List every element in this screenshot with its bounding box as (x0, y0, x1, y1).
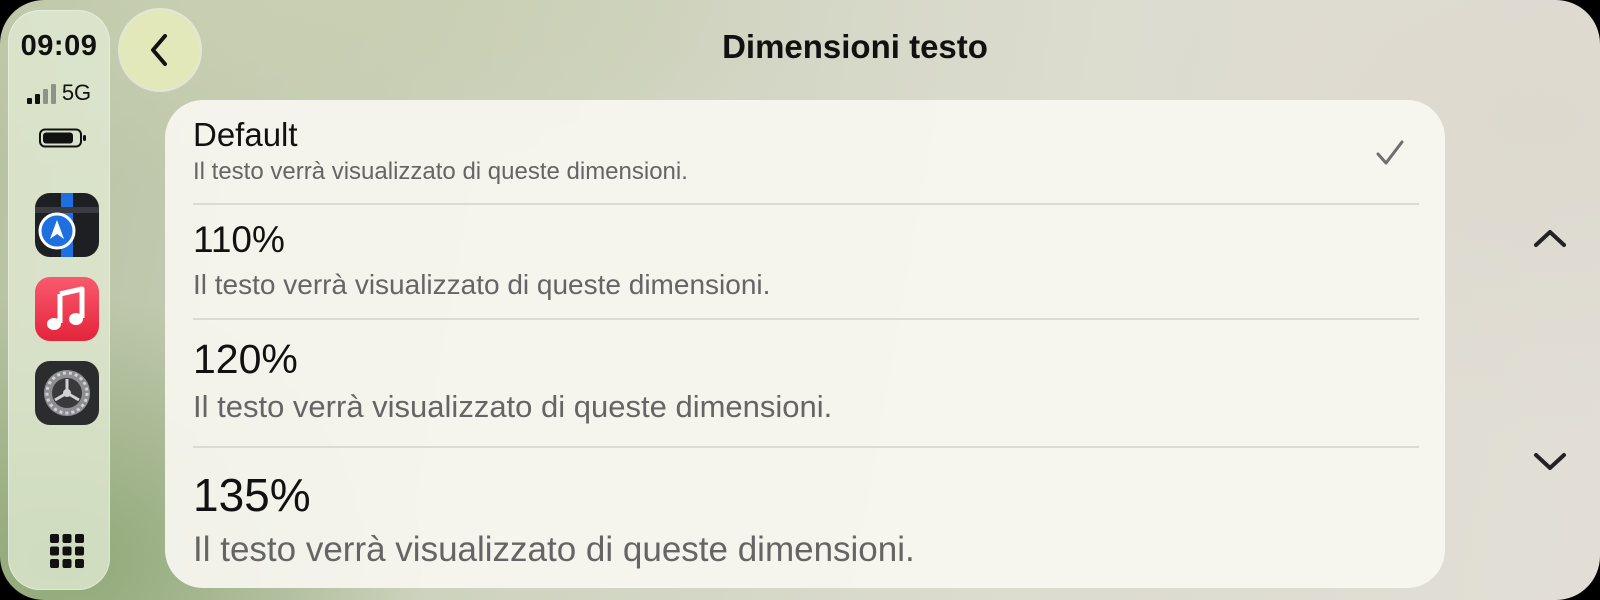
chevron-up-icon (1534, 230, 1566, 247)
carplay-screen: 09:09 5G Dimensioni testo Default Il tes… (0, 0, 1600, 600)
chevron-down-icon (1534, 453, 1566, 470)
status-time: 09:09 (20, 30, 98, 62)
checkmark-icon (1376, 140, 1404, 165)
option-description: Il testo verrà visualizzato di queste di… (193, 158, 688, 185)
maps-glyph (35, 193, 99, 257)
option-description: Il testo verrà visualizzato di queste di… (193, 530, 915, 569)
option-120[interactable]: 120% Il testo verrà visualizzato di ques… (165, 320, 1445, 447)
option-label: Default (193, 116, 298, 153)
signal-icon (26, 84, 56, 104)
status-network: 5G (8, 82, 110, 104)
option-label: 110% (193, 219, 285, 260)
scroll-up-button[interactable] (1524, 212, 1576, 264)
text-size-list: Default Il testo verrà visualizzato di q… (165, 100, 1445, 588)
maps-icon[interactable] (35, 193, 99, 257)
option-135[interactable]: 135% Il testo verrà visualizzato di ques… (165, 448, 1445, 588)
option-label: 135% (193, 469, 311, 521)
dock: 09:09 5G (8, 10, 110, 590)
option-description: Il testo verrà visualizzato di queste di… (193, 389, 833, 424)
chevron-left-icon (151, 34, 167, 66)
option-description: Il testo verrà visualizzato di queste di… (193, 269, 771, 300)
gear-icon (44, 370, 90, 416)
battery-icon (39, 128, 86, 148)
option-label: 120% (193, 336, 298, 382)
option-110[interactable]: 110% Il testo verrà visualizzato di ques… (165, 205, 1445, 319)
settings-icon[interactable] (35, 361, 99, 425)
option-default[interactable]: Default Il testo verrà visualizzato di q… (165, 100, 1445, 204)
scroll-down-button[interactable] (1524, 436, 1576, 488)
page-title: Dimensioni testo (722, 28, 988, 65)
app-grid-icon[interactable] (48, 532, 86, 570)
music-icon[interactable] (35, 277, 99, 341)
music-note-glyph (47, 286, 85, 330)
network-type: 5G (61, 80, 92, 105)
back-button[interactable] (120, 10, 200, 90)
